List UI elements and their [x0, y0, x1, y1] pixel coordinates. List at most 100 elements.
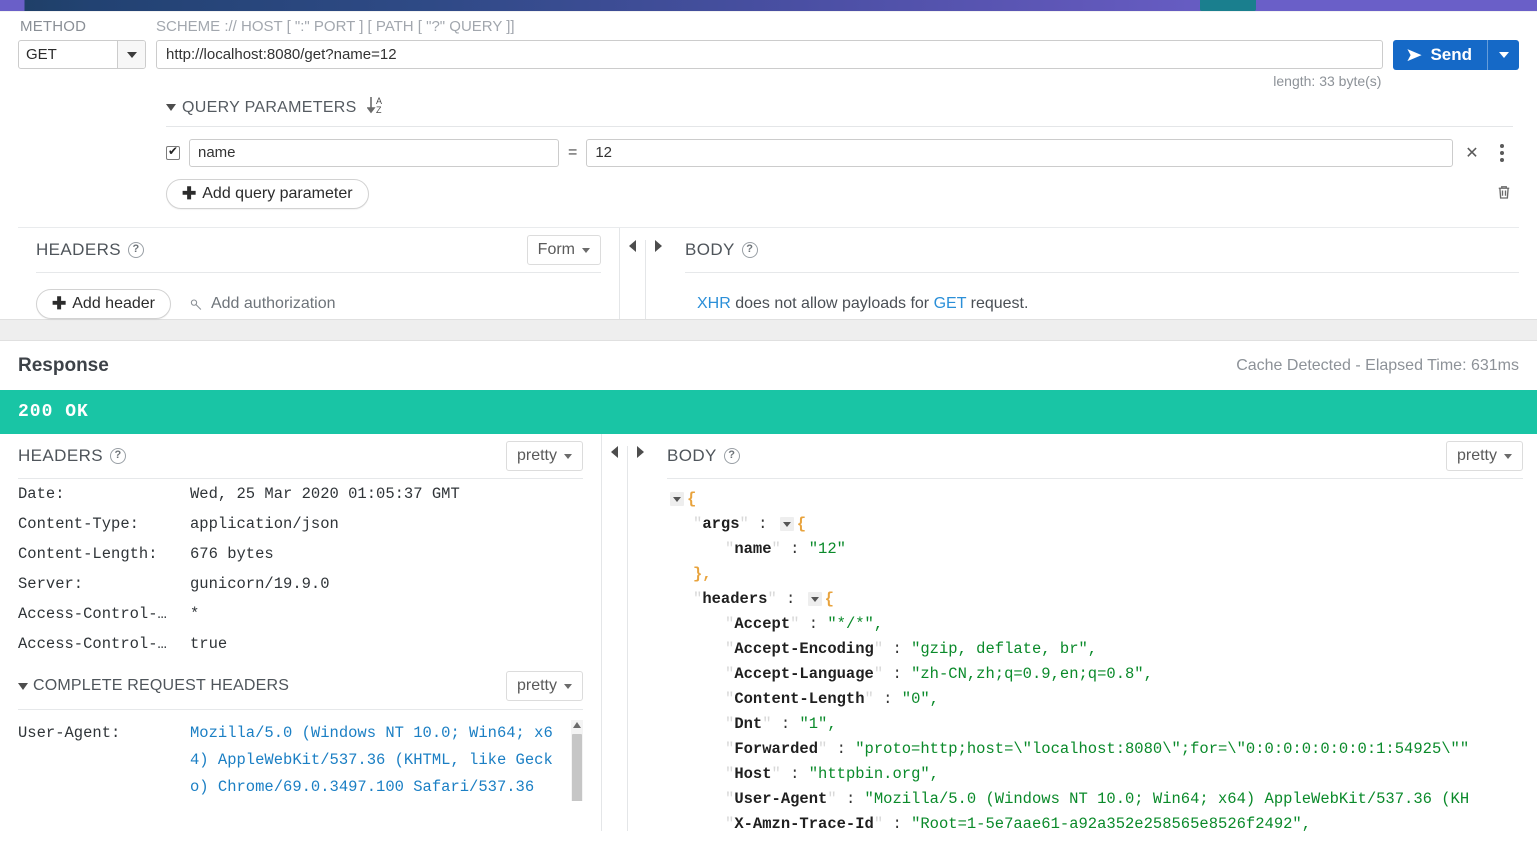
scrollbar[interactable]	[571, 720, 583, 801]
json-quote: "	[767, 590, 777, 608]
json-key: headers	[702, 590, 768, 608]
panel-collapse-handles	[620, 228, 671, 319]
json-line: "Accept-Language" : "zh-CN,zh;q=0.9,en;q…	[667, 662, 1537, 687]
response-header: Response Cache Detected - Elapsed Time: …	[0, 341, 1537, 390]
remove-param-icon[interactable]: ✕	[1462, 143, 1482, 163]
json-key: Accept-Language	[734, 665, 874, 683]
json-quote: "	[725, 740, 735, 758]
json-line: "Host" : "httpbin.org",	[667, 762, 1537, 787]
active-tab-chip[interactable]	[1200, 0, 1256, 11]
response-panel-collapse-handles	[602, 434, 653, 831]
xhr-link[interactable]: XHR	[697, 295, 731, 312]
method-select[interactable]: GET	[18, 40, 146, 69]
collapse-toggle-icon[interactable]	[779, 516, 794, 531]
method-label: METHOD	[20, 18, 87, 35]
json-quote: "	[725, 615, 735, 633]
divider	[645, 240, 646, 319]
question-circle-icon[interactable]: ?	[741, 242, 758, 258]
response-headers-label: HEADERS	[18, 446, 103, 465]
response-headers-panel: HEADERS ? pretty Date: Wed, 25 Mar 2020 …	[0, 434, 602, 831]
complete-request-headers-header[interactable]: COMPLETE REQUEST HEADERS pretty	[18, 663, 583, 709]
collapse-left-icon[interactable]	[629, 240, 636, 252]
send-options-dropdown[interactable]	[1487, 40, 1519, 70]
method-dropdown-toggle[interactable]	[117, 41, 145, 68]
section-separator	[0, 319, 1537, 341]
query-parameters-actions: ✚ Add query parameter	[166, 179, 1519, 209]
user-agent-text: Mozilla/5.0 (Windows NT 10.0; Win64; x64…	[190, 724, 553, 796]
header-key: Access-Control-…	[18, 635, 167, 653]
list-item: Server: gunicorn/19.9.0	[18, 569, 583, 599]
response-headers-mode-dropdown[interactable]: pretty	[505, 441, 583, 471]
json-line: "X-Amzn-Trace-Id" : "Root=1-5e7aae61-a92…	[667, 812, 1537, 831]
url-input[interactable]: http://localhost:8080/get?name=12	[156, 40, 1384, 69]
chevron-down-icon	[564, 453, 572, 459]
json-key: X-Amzn-Trace-Id	[734, 815, 874, 831]
add-query-parameter-label: Add query parameter	[202, 185, 353, 202]
url-column: SCHEME :// HOST [ ":" PORT ] [ PATH [ "?…	[156, 18, 1384, 89]
status-badge: 200 OK	[0, 390, 1537, 434]
json-quote: "	[693, 590, 703, 608]
divider	[36, 272, 601, 273]
param-key-input[interactable]: name	[189, 139, 559, 167]
json-colon: :	[883, 665, 912, 683]
json-line: "Accept-Encoding" : "gzip, deflate, br",	[667, 637, 1537, 662]
add-query-parameter-button[interactable]: ✚ Add query parameter	[166, 179, 369, 209]
json-colon: :	[771, 715, 800, 733]
complete-request-headers-mode-dropdown[interactable]: pretty	[505, 671, 583, 701]
delete-all-params-button[interactable]	[1495, 183, 1513, 206]
collapse-right-icon[interactable]	[637, 446, 644, 458]
question-circle-icon[interactable]: ?	[128, 242, 144, 258]
json-value: "12"	[808, 540, 846, 558]
list-item: Content-Type: application/json	[18, 509, 583, 539]
json-colon: :	[780, 540, 809, 558]
param-enabled-checkbox[interactable]	[166, 144, 180, 160]
json-quote: "	[725, 640, 735, 658]
add-header-button[interactable]: ✚ Add header	[36, 289, 171, 319]
header-key: Content-Type:	[18, 515, 139, 533]
json-key: name	[734, 540, 772, 558]
json-value: "Root=1-5e7aae61-a92a352e258565e8526f249…	[911, 815, 1312, 831]
json-quote: "	[818, 740, 828, 758]
scroll-up-arrow-icon[interactable]	[573, 722, 581, 728]
json-brace: },	[693, 565, 712, 583]
scrollbar-thumb[interactable]	[572, 734, 582, 801]
query-parameters-header[interactable]: QUERY PARAMETERS A Z	[166, 95, 1519, 120]
param-more-menu-icon[interactable]	[1491, 144, 1513, 162]
response-body-mode-dropdown[interactable]: pretty	[1445, 441, 1523, 471]
json-quote: "	[725, 715, 735, 733]
collapse-toggle-icon[interactable]	[670, 491, 684, 506]
response-body-title: BODY ?	[667, 446, 740, 466]
json-colon: :	[799, 615, 828, 633]
collapse-toggle-icon[interactable]	[807, 591, 822, 606]
body-msg-mid: does not allow payloads for	[730, 295, 934, 312]
collapse-left-icon[interactable]	[611, 446, 618, 458]
header-key: Content-Length:	[18, 545, 158, 563]
body-msg-post: request.	[966, 295, 1029, 312]
list-item: Date: Wed, 25 Mar 2020 01:05:37 GMT	[18, 479, 583, 509]
json-viewer[interactable]: {"args" : {"name" : "12"}, "headers" : {"…	[667, 479, 1537, 831]
headers-mode-dropdown[interactable]: Form	[526, 235, 601, 265]
window-accent-bar	[0, 0, 1537, 12]
chevron-down-icon	[1498, 52, 1509, 58]
json-line: "args" : {	[667, 512, 1537, 537]
collapse-right-icon[interactable]	[655, 240, 662, 252]
sort-alpha-down-icon[interactable]: A Z	[366, 95, 385, 120]
list-item: Access-Control-… *	[18, 599, 583, 629]
json-line: "User-Agent" : "Mozilla/5.0 (Windows NT …	[667, 787, 1537, 812]
question-circle-icon[interactable]: ?	[723, 448, 740, 464]
add-authorization-button[interactable]: Add authorization	[189, 295, 336, 313]
complete-request-headers-mode-value: pretty	[516, 677, 557, 694]
request-headers-title: HEADERS ?	[36, 240, 144, 260]
question-circle-icon[interactable]: ?	[110, 448, 126, 464]
json-quote: "	[873, 640, 884, 658]
user-agent-value[interactable]: Mozilla/5.0 (Windows NT 10.0; Win64; x64…	[190, 720, 583, 801]
json-value: "0",	[901, 690, 939, 708]
send-button[interactable]: Send	[1393, 40, 1487, 70]
chevron-down-icon	[582, 247, 590, 253]
method-link[interactable]: GET	[934, 295, 967, 312]
json-quote: "	[725, 665, 735, 683]
json-colon: :	[873, 690, 902, 708]
param-value-input[interactable]: 12	[586, 139, 1453, 167]
query-parameters-section: QUERY PARAMETERS A Z name = 12 ✕	[18, 95, 1519, 209]
json-key: Dnt	[734, 715, 763, 733]
